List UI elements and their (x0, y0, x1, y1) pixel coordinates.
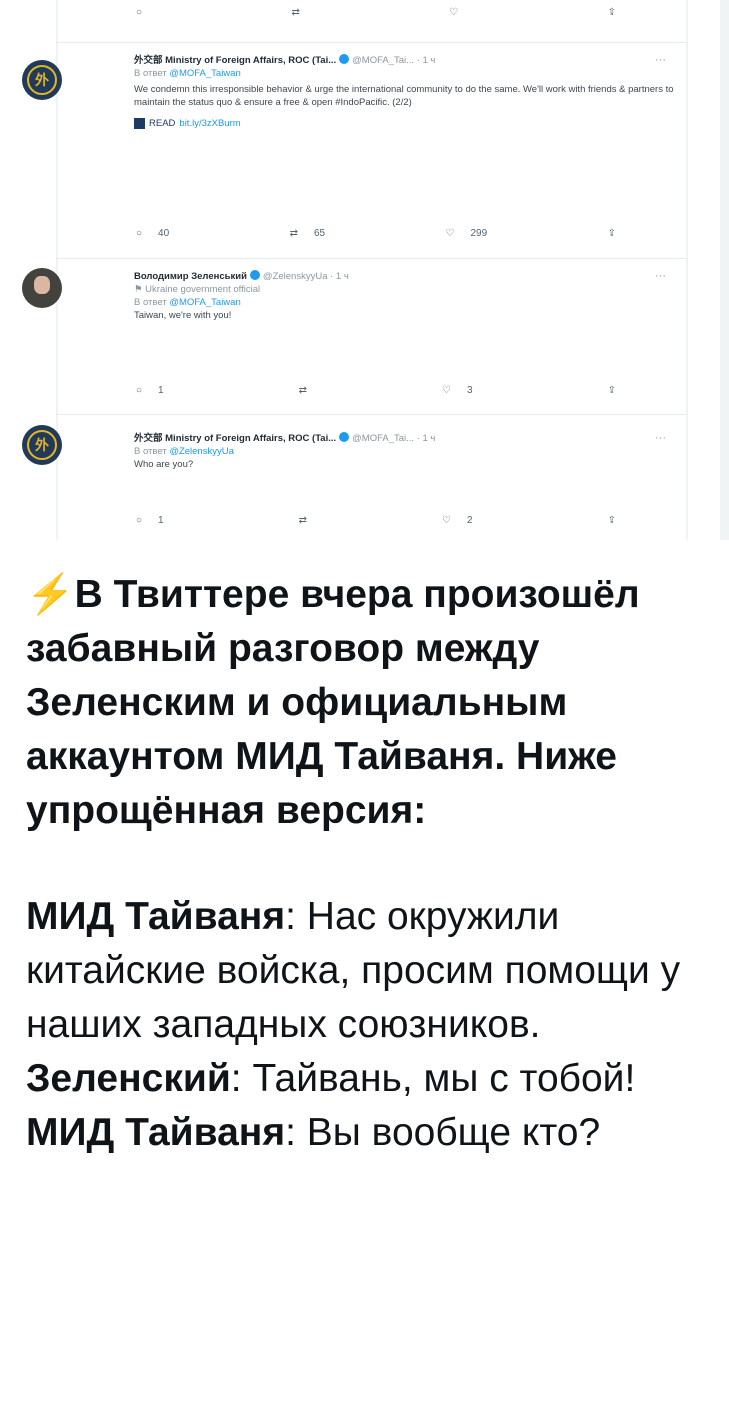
share-icon: ⇪ (607, 514, 616, 526)
reply-action[interactable]: ○ 1 (136, 385, 164, 396)
caption-intro: В Твиттере вчера произошёл забавный разг… (26, 573, 640, 832)
scroll-gutter (720, 0, 729, 540)
more-icon[interactable]: ··· (655, 54, 666, 66)
read-card[interactable]: READ bit.ly/3zXBurm (134, 117, 676, 130)
reply-action[interactable]: ○ 40 (136, 228, 169, 239)
verified-icon (339, 432, 350, 442)
tweet-actions: ○ 1 ⇄ ♡ 2 ⇪ (56, 512, 686, 528)
retweet-action[interactable]: ⇄ (299, 385, 307, 396)
divider (56, 414, 686, 415)
reply-icon: ○ (136, 384, 143, 396)
tweet-actions: ○ 1 ⇄ ♡ 3 ⇪ (56, 382, 686, 398)
divider (56, 258, 686, 259)
reply-prefix: В ответ (134, 297, 167, 308)
speaker-zelensky: Зеленский (26, 1057, 231, 1100)
reply-to-link[interactable]: @MOFA_Taiwan (169, 297, 240, 308)
author-name[interactable]: Володимир Зеленський (134, 271, 247, 282)
divider (56, 42, 686, 43)
account-label: Ukraine government official (145, 284, 261, 295)
author-name[interactable]: 外交部 Ministry of Foreign Affairs, ROC (Ta… (134, 55, 336, 66)
twitter-screenshot: ○ ⇄ ♡ ⇪ 外 外交部 Ministry of Foreign Affair… (0, 0, 729, 540)
like-action[interactable]: ♡ 3 (442, 385, 473, 396)
share-action[interactable]: ⇪ (608, 385, 616, 396)
author-name[interactable]: 外交部 Ministry of Foreign Affairs, ROC (Ta… (134, 433, 336, 444)
line-text: : Вы вообще кто? (285, 1111, 601, 1154)
reply-icon: ○ (136, 514, 143, 526)
more-icon[interactable]: ··· (655, 432, 666, 444)
tweet-body: Володимир Зеленський @ZelenskyyUa · 1 ч ⚑… (134, 270, 676, 322)
speaker-mofa: МИД Тайваня (26, 1111, 286, 1154)
tweet-text: We condemn this irresponsible behavior &… (134, 84, 674, 108)
avatar-mofa[interactable]: 外 (22, 60, 62, 100)
like-icon: ♡ (442, 514, 451, 526)
previous-tweet-actions: ○ ⇄ ♡ ⇪ (56, 4, 686, 20)
read-label: READ (149, 118, 176, 129)
read-link[interactable]: bit.ly/3zXBurm (179, 117, 240, 130)
like-icon[interactable]: ♡ (449, 7, 458, 18)
reply-to-link[interactable]: @ZelenskyyUa (169, 446, 234, 457)
avatar-mofa[interactable]: 外 (22, 425, 62, 465)
author-handle[interactable]: @MOFA_Tai... · 1 ч (352, 433, 435, 444)
tweet-text: Who are you? (134, 459, 194, 470)
tweet-body: 外交部 Ministry of Foreign Affairs, ROC (Ta… (134, 54, 676, 130)
column-border-right (686, 0, 688, 540)
retweet-action[interactable]: ⇄ (299, 515, 307, 526)
face-shape (34, 276, 50, 294)
reply-icon: ○ (136, 227, 143, 239)
share-icon: ⇪ (607, 384, 616, 396)
share-action[interactable]: ⇪ (608, 228, 616, 239)
speaker-mofa: МИД Тайваня (26, 895, 286, 938)
share-icon: ⇪ (607, 227, 616, 239)
reply-prefix: В ответ (134, 68, 167, 79)
reply-icon[interactable]: ○ (136, 7, 142, 18)
share-action[interactable]: ⇪ (608, 515, 616, 526)
like-icon: ♡ (445, 227, 455, 239)
more-icon[interactable]: ··· (655, 270, 666, 282)
retweet-icon: ⇄ (298, 384, 308, 396)
tweet-body: 外交部 Ministry of Foreign Affairs, ROC (Ta… (134, 432, 676, 471)
share-icon[interactable]: ⇪ (608, 7, 616, 18)
author-handle[interactable]: @MOFA_Tai... · 1 ч (352, 55, 435, 66)
retweet-icon: ⇄ (289, 227, 298, 239)
reply-prefix: В ответ (134, 446, 167, 457)
retweet-icon: ⇄ (298, 514, 308, 526)
reply-to-link[interactable]: @MOFA_Taiwan (169, 68, 240, 79)
author-handle[interactable]: @ZelenskyyUa · 1 ч (263, 271, 349, 282)
reply-action[interactable]: ○ 1 (136, 515, 164, 526)
line-text: : Тайвань, мы с тобой! (230, 1057, 636, 1100)
verified-icon (249, 270, 260, 280)
tweet-actions: ○ 40 ⇄ 65 ♡ 299 ⇪ (56, 225, 686, 241)
retweet-icon[interactable]: ⇄ (291, 7, 299, 18)
like-action[interactable]: ♡ 2 (442, 515, 473, 526)
avatar-zelensky[interactable] (22, 268, 62, 308)
verified-icon (339, 54, 350, 64)
like-icon: ♡ (442, 384, 451, 396)
retweet-action[interactable]: ⇄ 65 (290, 228, 326, 239)
lightning-icon: ⚡ (26, 573, 75, 616)
flag-icon: ⚑ (134, 284, 143, 295)
like-action[interactable]: ♡ 299 (446, 228, 488, 239)
read-icon (134, 118, 145, 129)
tweet-text: Taiwan, we're with you! (134, 310, 232, 321)
post-caption: ⚡В Твиттере вчера произошёл забавный раз… (26, 568, 726, 1160)
